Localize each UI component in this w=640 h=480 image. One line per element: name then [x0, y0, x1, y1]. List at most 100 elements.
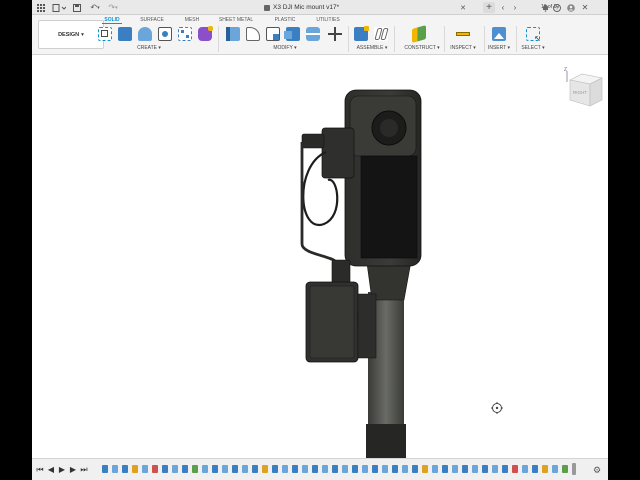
timeline-feature-icon[interactable] [482, 465, 488, 473]
timeline-feature-icon[interactable] [372, 465, 378, 473]
step-forward-icon[interactable]: ▶ [69, 465, 77, 475]
group-construct[interactable]: CONSTRUCT ▾ [404, 45, 440, 52]
workspace-switcher[interactable]: DESIGN ▾ [38, 20, 104, 49]
timeline-feature-icon[interactable] [552, 465, 558, 473]
pattern-icon[interactable] [178, 27, 192, 41]
timeline-feature-icon[interactable] [252, 465, 258, 473]
offset-plane-icon[interactable] [412, 25, 426, 43]
tab-utilities[interactable]: UTILITIES [314, 16, 342, 24]
measure-icon[interactable] [456, 27, 470, 41]
play-icon[interactable]: ▶ [58, 465, 66, 475]
timeline-feature-icon[interactable] [562, 465, 568, 473]
timeline-feature-icon[interactable] [492, 465, 498, 473]
close-app-icon[interactable]: ✕ [580, 2, 590, 13]
group-create[interactable]: CREATE ▾ [132, 45, 166, 52]
timeline-feature-icon[interactable] [142, 465, 148, 473]
document-tab[interactable]: X3 DJI Mic mount v17* ✕ [264, 2, 466, 13]
move-icon[interactable] [328, 27, 342, 41]
timeline-feature-icon[interactable] [212, 465, 218, 473]
timeline-feature-icon[interactable] [162, 465, 168, 473]
redo-icon[interactable]: ↷ ▾ [106, 2, 120, 13]
step-back-icon[interactable]: ◀ [47, 465, 55, 475]
timeline-feature-icon[interactable] [242, 465, 248, 473]
save-icon[interactable] [72, 2, 82, 13]
arrow-left-icon[interactable]: ‹ [498, 2, 508, 13]
timeline-feature-icon[interactable] [542, 465, 548, 473]
group-inspect[interactable]: INSPECT ▾ [448, 45, 478, 52]
press-pull-icon[interactable] [226, 27, 240, 41]
timeline-feature-icon[interactable] [422, 465, 428, 473]
timeline-feature-icon[interactable] [462, 465, 468, 473]
shell-icon[interactable] [266, 27, 280, 41]
hole-icon[interactable] [158, 27, 172, 41]
canvas-viewport[interactable]: Z RIGHT [32, 56, 608, 458]
joint-icon[interactable] [374, 27, 389, 41]
timeline-feature-icon[interactable] [222, 465, 228, 473]
timeline-marker[interactable] [572, 463, 576, 475]
timeline-feature-icon[interactable] [152, 465, 158, 473]
timeline-feature-icon[interactable] [452, 465, 458, 473]
timeline-feature-icon[interactable] [172, 465, 178, 473]
timeline-feature-icon[interactable] [352, 465, 358, 473]
create-sketch-icon[interactable] [98, 27, 112, 41]
timeline-feature-icon[interactable] [232, 465, 238, 473]
viewcube-face-label[interactable]: RIGHT [570, 90, 590, 95]
timeline-feature-icon[interactable] [112, 465, 118, 473]
insert-image-icon[interactable] [492, 27, 506, 41]
timeline-feature-icon[interactable] [122, 465, 128, 473]
timeline-feature-icon[interactable] [302, 465, 308, 473]
timeline-feature-icon[interactable] [202, 465, 208, 473]
timeline-feature-icon[interactable] [472, 465, 478, 473]
group-modify[interactable]: MODIFY ▾ [268, 45, 302, 52]
timeline-feature-icon[interactable] [182, 465, 188, 473]
timeline-feature-icon[interactable] [322, 465, 328, 473]
select-icon[interactable]: ↖ [526, 27, 541, 43]
timeline-feature-icon[interactable] [102, 465, 108, 473]
file-icon[interactable] [50, 2, 68, 13]
new-component-icon[interactable] [354, 26, 369, 41]
combine-icon[interactable] [284, 27, 300, 41]
go-to-end-icon[interactable]: ⏭ [80, 465, 88, 475]
timeline-feature-icon[interactable] [272, 465, 278, 473]
timeline-feature-icon[interactable] [342, 465, 348, 473]
tab-solid[interactable]: SOLID [102, 16, 122, 24]
form-icon[interactable] [198, 26, 213, 41]
timeline-feature-icon[interactable] [382, 465, 388, 473]
group-select[interactable]: SELECT ▾ [520, 45, 546, 52]
app-grid-icon[interactable] [36, 2, 46, 13]
timeline-feature-icon[interactable] [412, 465, 418, 473]
plus-icon[interactable]: + [483, 2, 495, 13]
timeline-feature-icon[interactable] [362, 465, 368, 473]
timeline-feature-icon[interactable] [332, 465, 338, 473]
tab-sheet-metal[interactable]: SHEET METAL [218, 16, 254, 24]
close-icon[interactable]: ✕ [460, 4, 466, 12]
timeline-feature-icon[interactable] [282, 465, 288, 473]
timeline-feature-icon[interactable] [132, 465, 138, 473]
undo-icon[interactable]: ↶ ▾ [88, 2, 102, 13]
avatar-icon[interactable] [566, 2, 576, 13]
timeline-feature-icon[interactable] [262, 465, 268, 473]
timeline-feature-icon[interactable] [502, 465, 508, 473]
viewcube[interactable]: Z RIGHT [564, 67, 604, 108]
group-insert[interactable]: INSERT ▾ [486, 45, 512, 52]
timeline-feature-icon[interactable] [392, 465, 398, 473]
fillet-icon[interactable] [246, 27, 260, 41]
extrude-icon[interactable] [118, 27, 132, 41]
timeline-feature-icon[interactable] [532, 465, 538, 473]
gear-icon[interactable]: ⚙ [592, 465, 602, 475]
timeline-feature-icon[interactable] [402, 465, 408, 473]
revolve-icon[interactable] [138, 27, 152, 41]
tab-surface[interactable]: SURFACE [138, 16, 166, 24]
split-body-icon[interactable] [306, 27, 320, 41]
tab-plastic[interactable]: PLASTIC [272, 16, 298, 24]
bell-icon[interactable] [540, 2, 550, 13]
timeline-feature-icon[interactable] [312, 465, 318, 473]
arrow-right-icon[interactable]: › [510, 2, 520, 13]
timeline-feature-icon[interactable] [442, 465, 448, 473]
timeline-feature-icon[interactable] [432, 465, 438, 473]
tab-mesh[interactable]: MESH [182, 16, 202, 24]
go-to-start-icon[interactable]: ⏮ [36, 465, 44, 475]
timeline-feature-icon[interactable] [512, 465, 518, 473]
timeline-feature-icon[interactable] [522, 465, 528, 473]
timeline-feature-icon[interactable] [292, 465, 298, 473]
